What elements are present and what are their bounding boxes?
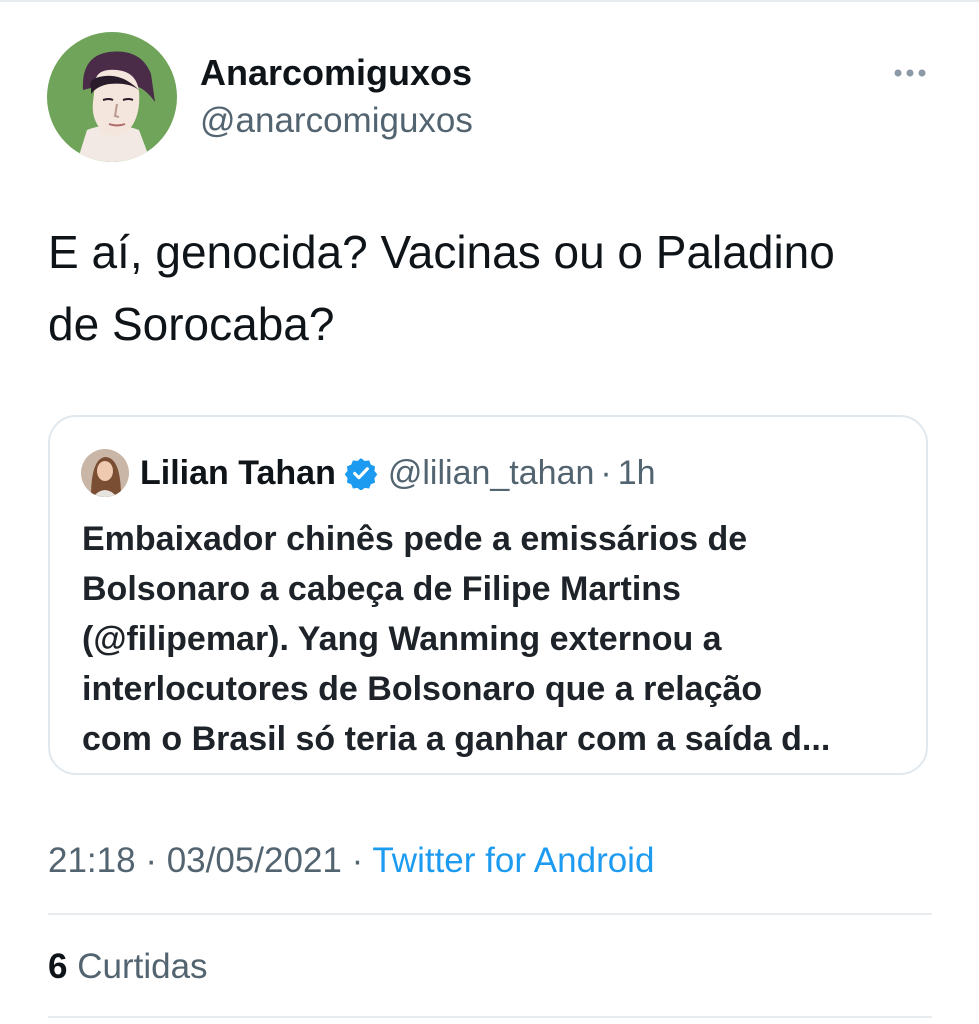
tweet-source-link[interactable]: Twitter for Android: [372, 841, 654, 880]
quoted-text-line: Bolsonaro a cabeça de Filipe Martins: [82, 570, 681, 608]
quoted-text-line: interlocutores de Bolsonaro que a relaçã…: [82, 670, 763, 708]
meta-separator: ·: [341, 841, 373, 880]
tweet-time[interactable]: 21:18: [48, 841, 136, 880]
more-horizontal-icon: [894, 69, 926, 77]
more-options-button[interactable]: [884, 58, 940, 88]
tweet-text: E aí, genocida? Vacinas ou o Paladino de…: [48, 216, 948, 360]
tweet-metadata: 21:18 · 03/05/2021 · Twitter for Android: [48, 838, 654, 884]
quoted-tweet-text: Embaixador chinês pede a emissários de B…: [82, 514, 912, 764]
author-display-name[interactable]: Anarcomiguxos: [200, 50, 472, 96]
author-avatar[interactable]: [47, 32, 177, 162]
quoted-text-line: (@filipemar). Yang Wanming externou a: [82, 620, 722, 658]
quoted-author-handle[interactable]: @lilian_tahan: [388, 454, 595, 493]
tweet-date[interactable]: 03/05/2021: [167, 841, 342, 880]
likes-link[interactable]: 6 Curtidas: [48, 944, 208, 990]
user-avatar-icon: [81, 449, 129, 497]
header-separator: ·: [600, 453, 612, 492]
meta-separator: ·: [135, 841, 167, 880]
quoted-text-line: Embaixador chinês pede a emissários de: [82, 520, 748, 558]
tweet-text-line: de Sorocaba?: [48, 298, 335, 350]
verified-badge-icon: [344, 456, 378, 491]
user-avatar-icon: [47, 32, 177, 162]
likes-label: Curtidas: [77, 947, 208, 986]
quoted-author-name[interactable]: Lilian Tahan: [140, 454, 336, 493]
author-handle[interactable]: @anarcomiguxos: [200, 98, 473, 144]
divider: [48, 1016, 932, 1018]
top-divider: [0, 0, 979, 2]
quoted-text-line: com o Brasil só teria a ganhar com a saí…: [82, 720, 831, 758]
tweet-text-line: E aí, genocida? Vacinas ou o Paladino: [48, 226, 835, 278]
quoted-author-avatar[interactable]: [81, 449, 129, 497]
likes-count: 6: [48, 947, 68, 986]
quoted-tweet-header: Lilian Tahan @lilian_tahan · 1h: [140, 448, 656, 498]
quoted-tweet-time[interactable]: 1h: [618, 454, 656, 493]
divider: [48, 913, 932, 915]
